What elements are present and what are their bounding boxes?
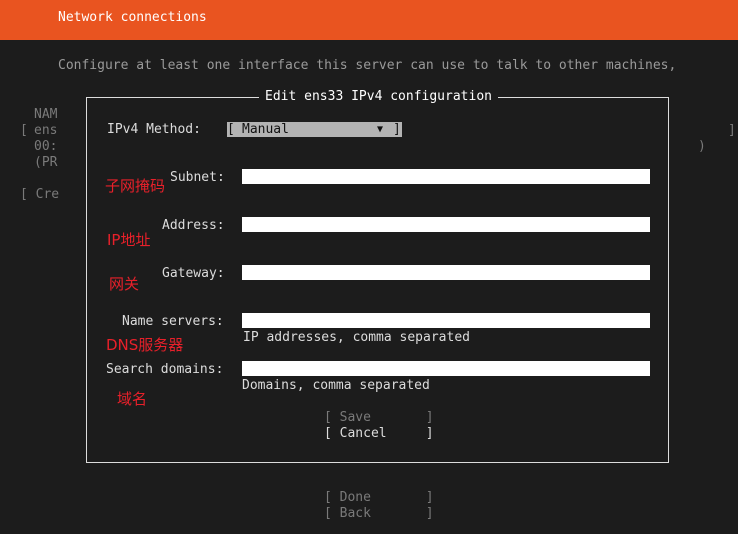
bg-create-button[interactable]: [ Cre bbox=[20, 187, 59, 203]
bg-type-info: (PR bbox=[34, 155, 58, 170]
annotation-subnet: 子网掩码 bbox=[105, 177, 166, 195]
select-bracket-close: ] bbox=[393, 122, 401, 137]
bg-mac-address: 00: bbox=[34, 139, 58, 154]
bg-row-bracket-open: [ bbox=[20, 123, 28, 138]
bg-row-bracket-close: ] bbox=[728, 123, 736, 138]
annotation-ip-address: IP地址 bbox=[107, 231, 151, 249]
name-servers-input[interactable] bbox=[242, 313, 650, 328]
name-servers-hint: IP addresses, comma separated bbox=[243, 330, 470, 345]
done-button[interactable]: [ Done ] bbox=[324, 490, 434, 506]
name-servers-label: Name servers: bbox=[122, 314, 224, 329]
save-button[interactable]: [ Save ] bbox=[324, 410, 434, 426]
intro-text: Configure at least one interface this se… bbox=[58, 58, 677, 73]
annotation-dns: DNS服务器 bbox=[106, 336, 184, 354]
gateway-input[interactable] bbox=[242, 265, 650, 280]
back-button[interactable]: [ Back ] bbox=[324, 506, 434, 522]
annotation-domain: 域名 bbox=[117, 390, 148, 408]
bg-column-header: NAM bbox=[34, 107, 58, 122]
ipv4-method-value: Manual bbox=[242, 122, 289, 137]
gateway-label: Gateway: bbox=[162, 266, 225, 281]
ipv4-method-select[interactable]: [ Manual ▼ ] bbox=[227, 122, 402, 137]
select-bracket-open: [ bbox=[227, 122, 235, 137]
subnet-input[interactable] bbox=[242, 169, 650, 184]
page-title: Network connections bbox=[58, 10, 207, 25]
search-domains-label: Search domains: bbox=[106, 362, 224, 377]
dialog-title: Edit ens33 IPv4 configuration bbox=[259, 89, 498, 105]
bg-interface-row[interactable]: ens bbox=[34, 123, 57, 139]
ipv4-method-label: IPv4 Method: bbox=[107, 122, 201, 137]
address-input[interactable] bbox=[242, 217, 650, 232]
chevron-down-icon: ▼ bbox=[377, 124, 384, 135]
search-domains-hint: Domains, comma separated bbox=[242, 378, 430, 393]
search-domains-input[interactable] bbox=[242, 361, 650, 376]
subnet-label: Subnet: bbox=[170, 170, 225, 185]
bg-paren-close: ) bbox=[698, 139, 706, 154]
address-label: Address: bbox=[162, 218, 225, 233]
annotation-gateway: 网关 bbox=[109, 275, 140, 293]
cancel-button[interactable]: [ Cancel ] bbox=[324, 426, 434, 442]
